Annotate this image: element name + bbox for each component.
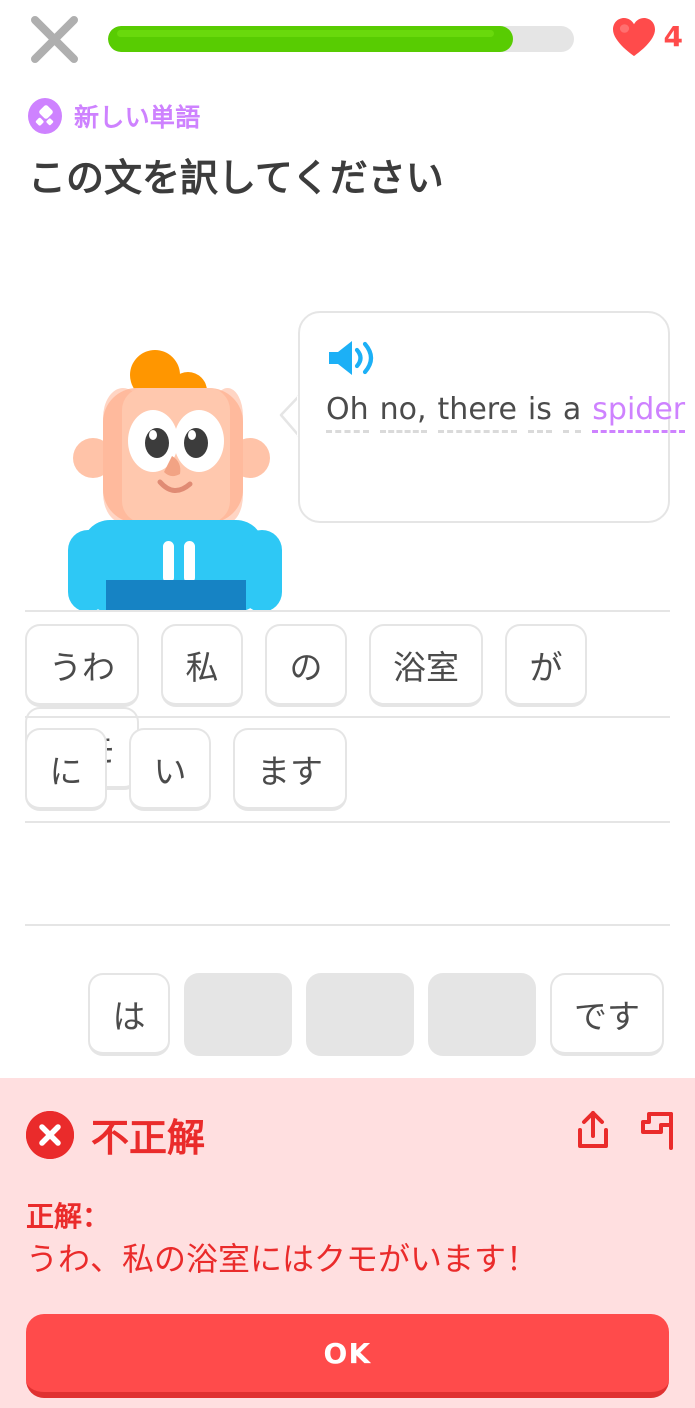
speaker-audio-icon[interactable] bbox=[326, 339, 376, 381]
answer-tile[interactable]: です bbox=[550, 973, 664, 1056]
feedback-header: 不正解 bbox=[26, 1107, 205, 1162]
bubble-token[interactable]: a bbox=[562, 392, 582, 433]
feedback-actions bbox=[573, 1108, 679, 1156]
bubble-token[interactable]: there bbox=[437, 392, 517, 433]
speech-bubble-tail bbox=[279, 394, 300, 438]
bubble-sentence: Ohno,thereisaspiderinmybathroom! bbox=[326, 339, 686, 439]
incorrect-x-circle-icon bbox=[26, 1110, 74, 1159]
bubble-token[interactable]: spider bbox=[592, 392, 686, 433]
bubble-token[interactable]: Oh bbox=[326, 392, 369, 433]
answer-area-divider bbox=[25, 924, 670, 926]
answer-slot-empty[interactable] bbox=[184, 973, 292, 1056]
word-tile[interactable]: の bbox=[265, 624, 347, 707]
bubble-token-list: Ohno,thereisaspiderinmybathroom! bbox=[326, 381, 695, 439]
lesson-header: 4 bbox=[0, 0, 695, 78]
hearts-count: 4 bbox=[663, 20, 683, 53]
heart-icon bbox=[612, 18, 655, 56]
close-icon[interactable] bbox=[27, 12, 82, 67]
hearts-indicator[interactable]: 4 bbox=[611, 16, 683, 58]
lesson-screen: 4 新しい単語 この文を訳してください Oh no, there is a sp… bbox=[0, 0, 695, 1408]
bubble-token[interactable]: no, bbox=[379, 392, 427, 433]
new-word-badge-label: 新しい単語 bbox=[74, 103, 201, 132]
word-bank-divider-mid bbox=[25, 716, 670, 718]
correct-answer-label: 正解： bbox=[26, 1200, 111, 1233]
word-bank-divider-top bbox=[25, 610, 670, 612]
answer-tile[interactable]: は bbox=[88, 973, 170, 1056]
answer-slot-empty[interactable] bbox=[306, 973, 414, 1056]
feedback-title: 不正解 bbox=[91, 1116, 206, 1160]
word-tile[interactable]: 私 bbox=[161, 624, 243, 707]
word-tile[interactable]: が bbox=[505, 624, 587, 707]
share-upload-icon[interactable] bbox=[573, 1108, 613, 1156]
report-flag-icon[interactable] bbox=[639, 1108, 679, 1156]
word-tile[interactable]: うわ bbox=[25, 624, 139, 707]
page-title: この文を訳してください bbox=[28, 156, 444, 200]
word-tile[interactable]: い bbox=[129, 728, 211, 811]
junior-character-illustration bbox=[68, 350, 282, 612]
new-word-diamond-icon bbox=[27, 98, 63, 134]
progress-shine bbox=[117, 30, 495, 37]
answer-row: は です bbox=[88, 973, 678, 1056]
lesson-progress-bar bbox=[108, 26, 574, 52]
word-tile[interactable]: に bbox=[25, 728, 107, 811]
correct-answer-text: うわ、私の浴室にはクモがいます！ bbox=[26, 1240, 539, 1278]
word-tile[interactable]: 浴室 bbox=[369, 624, 483, 707]
speech-bubble[interactable]: Ohno,thereisaspiderinmybathroom! bbox=[298, 311, 686, 523]
word-bank-divider-bottom bbox=[25, 821, 670, 823]
word-tile[interactable]: ます bbox=[233, 728, 347, 811]
ok-button[interactable]: OK bbox=[26, 1314, 669, 1398]
new-word-badge: 新しい単語 bbox=[27, 98, 201, 134]
answer-slot-empty[interactable] bbox=[428, 973, 536, 1056]
word-bank-row-2: にいます bbox=[25, 728, 675, 811]
bubble-token[interactable]: is bbox=[527, 392, 552, 433]
exercise-scene: Ohno,thereisaspiderinmybathroom! bbox=[0, 300, 695, 612]
